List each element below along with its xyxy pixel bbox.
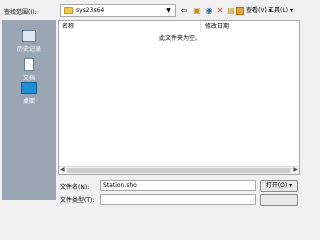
- look-in-dropdown[interactable]: sys23s64 ▼: [60, 4, 176, 17]
- places-item-desktop[interactable]: 桌面: [2, 82, 56, 105]
- empty-folder-message: 此文件夹为空。: [159, 35, 202, 42]
- chevron-down-icon[interactable]: ▼: [164, 6, 173, 15]
- look-in-value: sys23s64: [76, 7, 105, 14]
- look-in-label: 查找范围(I):: [4, 9, 37, 16]
- places-item-label: 文档: [22, 75, 35, 82]
- dropdown-arrow-icon: ▾: [287, 182, 293, 189]
- file-list[interactable]: 名称 修改日期 此文件夹为空。 ◀ ▶: [58, 20, 300, 175]
- view-menu-icon: [236, 6, 244, 15]
- filename-label: 文件名(N):: [60, 184, 90, 191]
- cancel-button[interactable]: [260, 194, 298, 206]
- places-item-label: 桌面: [22, 98, 35, 105]
- open-button[interactable]: 打开(O) ▾: [260, 180, 298, 192]
- scrollbar-thumb[interactable]: [67, 168, 291, 173]
- up-folder-icon[interactable]: ▣: [191, 4, 203, 17]
- view-menu-label: 查看(V): [246, 7, 267, 14]
- documents-icon: [24, 58, 34, 71]
- column-header-modified[interactable]: 修改日期: [202, 21, 300, 32]
- open-button-label: 打开(O): [265, 182, 288, 189]
- places-item-label: 历史记录: [16, 46, 41, 53]
- filetype-dropdown[interactable]: [100, 194, 256, 205]
- tools-menu-label: 工具(L): [268, 7, 289, 14]
- scroll-left-icon[interactable]: ◀: [60, 166, 65, 173]
- desktop-icon: [21, 82, 37, 94]
- places-item-documents[interactable]: 文档: [2, 58, 56, 82]
- places-bar: 历史记录 文档 桌面: [2, 20, 56, 200]
- dropdown-arrow-icon: ▾: [288, 7, 293, 14]
- filename-input[interactable]: Station.sho: [100, 180, 256, 191]
- history-icon: [22, 30, 36, 42]
- folder-icon: [64, 7, 73, 14]
- column-header-name[interactable]: 名称: [59, 21, 201, 32]
- horizontal-scrollbar[interactable]: ◀ ▶: [59, 166, 299, 174]
- filetype-label: 文件类型(T):: [60, 197, 95, 204]
- places-item-history[interactable]: 历史记录: [2, 30, 56, 53]
- view-menu-button[interactable]: 查看(V) ▾: [236, 4, 272, 17]
- tools-menu-button[interactable]: 工具(L) ▾: [268, 4, 293, 17]
- back-arrow-icon[interactable]: ⇦: [178, 4, 190, 17]
- scroll-right-icon[interactable]: ▶: [293, 166, 298, 173]
